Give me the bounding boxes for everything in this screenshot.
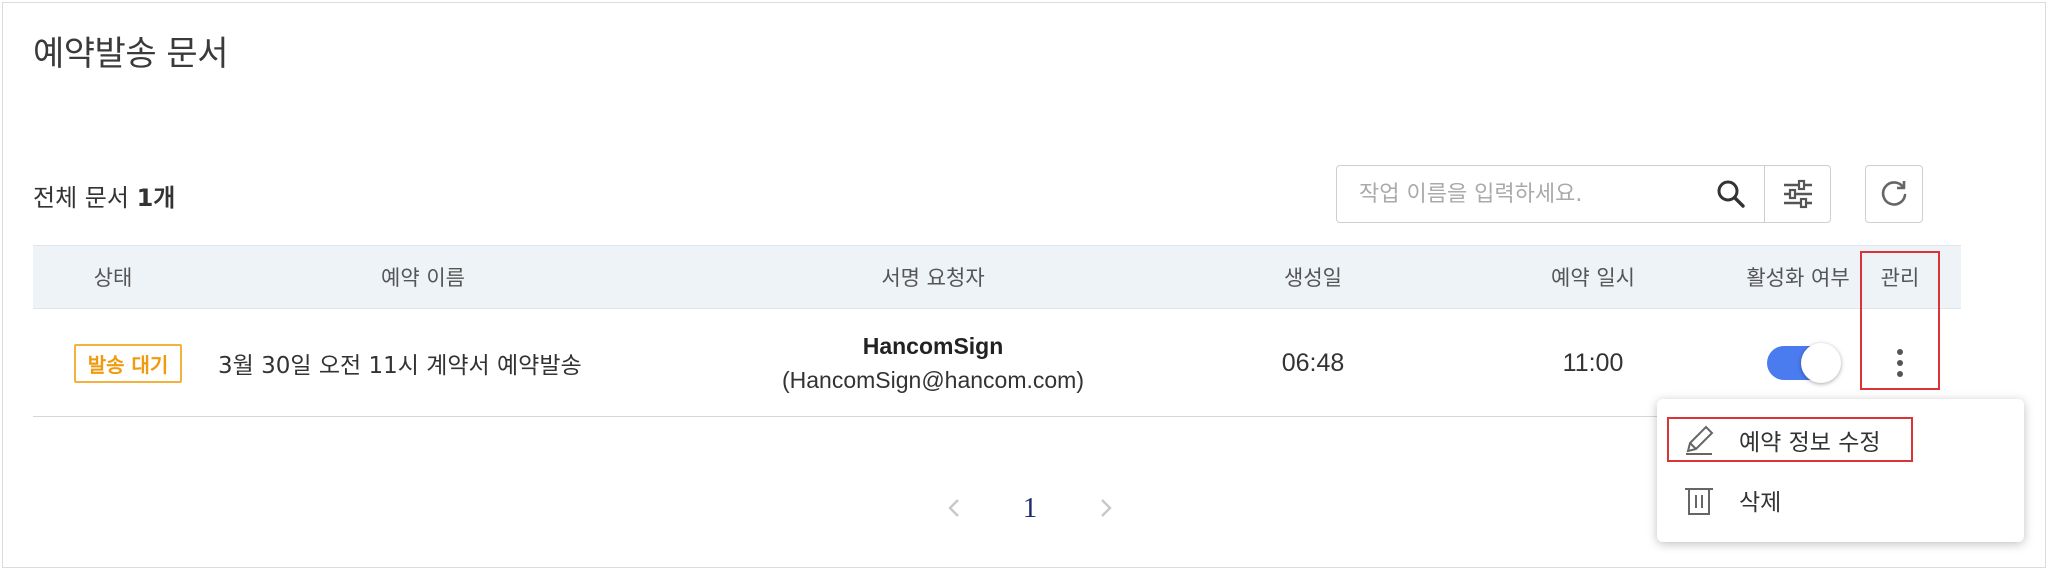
search-button[interactable] [1698, 166, 1764, 222]
document-count: 전체 문서 1개 [33, 178, 175, 213]
name-cell: 3월 30일 오전 11시 계약서 예약발송 [218, 309, 778, 417]
created-time: 06:48 [1281, 348, 1345, 377]
documents-table: 상태 예약 이름 서명 요청자 생성일 예약 일시 활성화 여부 관리 발송 대… [33, 245, 1961, 417]
menu-item-delete-label: 삭제 [1739, 490, 1782, 516]
requester-email: (HancomSign@hancom.com) [781, 367, 1084, 393]
requester-cell: HancomSign (HancomSign@hancom.com) [773, 309, 1093, 417]
status-cell: 발송 대기 [63, 309, 193, 417]
search-box [1336, 165, 1831, 223]
header-active: 활성화 여부 [1746, 266, 1850, 290]
page-number[interactable]: 1 [1023, 492, 1038, 525]
document-count-value: 1개 [136, 184, 176, 212]
chevron-right-icon[interactable] [1097, 497, 1115, 519]
document-count-label: 전체 문서 [33, 184, 129, 212]
search-input[interactable] [1337, 166, 1698, 222]
sliders-icon [1783, 179, 1812, 209]
header-status: 상태 [93, 266, 133, 290]
header-requester: 서명 요청자 [881, 266, 985, 290]
menu-item-delete[interactable]: 삭제 [1667, 478, 1917, 522]
header-created: 생성일 [1284, 266, 1342, 290]
scheduled-time: 11:00 [1562, 348, 1624, 377]
requester-name: HancomSign [862, 333, 1004, 359]
filter-button[interactable] [1764, 166, 1830, 222]
edit-item-highlight [1667, 417, 1913, 462]
row-action-menu: 예약 정보 수정 삭제 [1657, 399, 2024, 542]
trash-icon [1681, 482, 1717, 518]
manage-column-highlight [1860, 251, 1940, 390]
search-icon [1717, 180, 1745, 208]
table-header: 상태 예약 이름 서명 요청자 생성일 예약 일시 활성화 여부 관리 [33, 245, 1961, 309]
refresh-button[interactable] [1865, 165, 1923, 223]
status-badge: 발송 대기 [73, 343, 183, 383]
page-title: 예약발송 문서 [33, 34, 229, 74]
toggle-knob [1801, 343, 1841, 383]
active-toggle[interactable] [1767, 343, 1841, 383]
pagination: 1 [900, 485, 1160, 531]
document-name[interactable]: 3월 30일 오전 11시 계약서 예약발송 [218, 346, 582, 380]
refresh-icon [1881, 181, 1907, 206]
header-name: 예약 이름 [381, 266, 465, 290]
chevron-left-icon[interactable] [945, 497, 963, 519]
header-scheduled: 예약 일시 [1551, 266, 1635, 290]
